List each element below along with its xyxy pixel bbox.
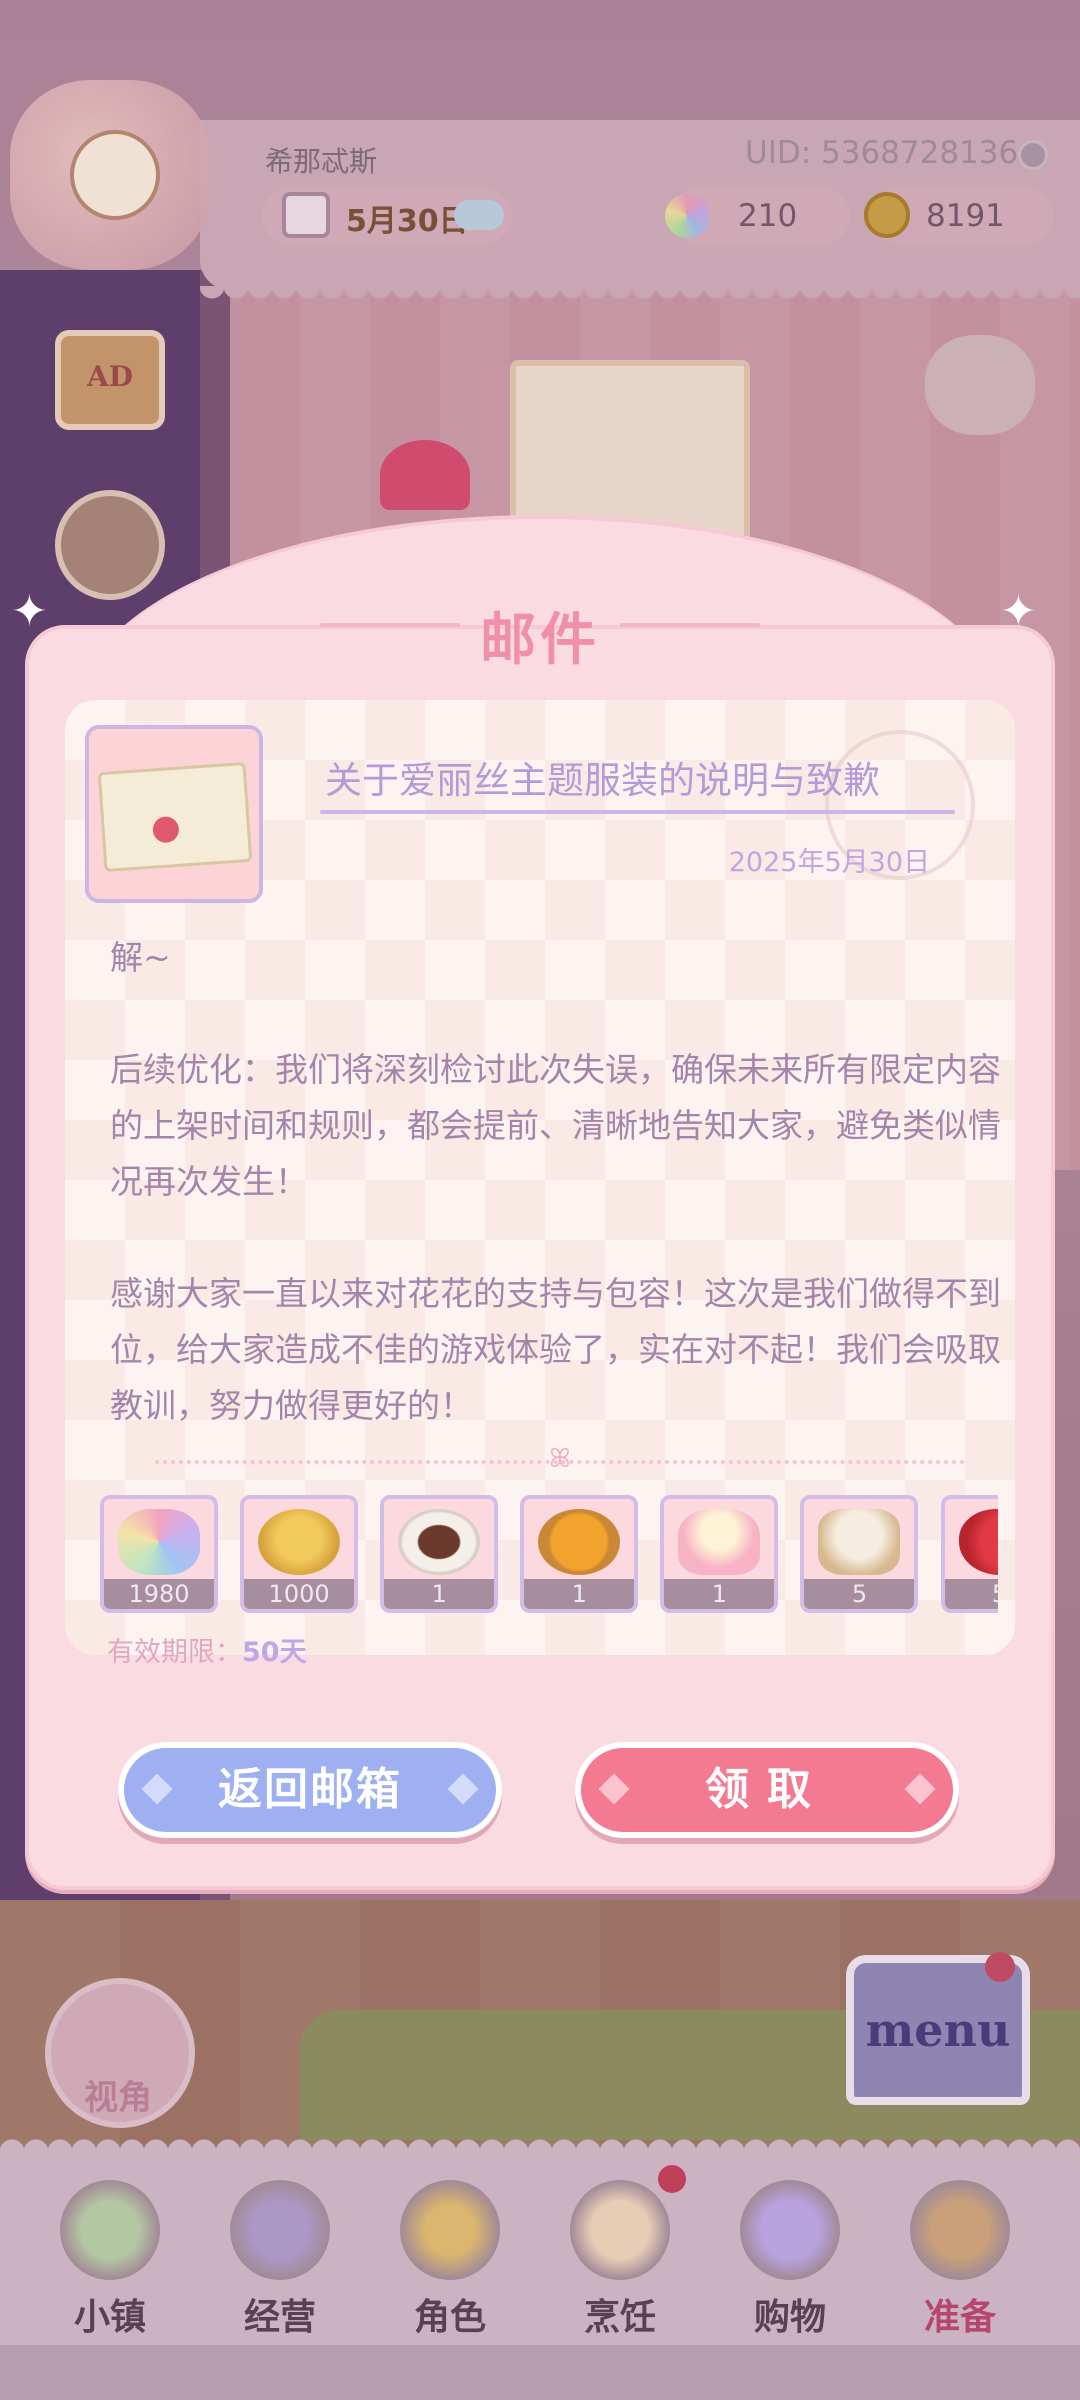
tab-business[interactable]: 经营 (205, 2170, 355, 2340)
reward-count: 5 (944, 1579, 998, 1609)
tab-label: 角色 (413, 2296, 486, 2338)
mail-modal: 邮件 ✦ ✦ 关于爱丽丝主题服装的说明与致歉 2025年5月30日 解~ 后续优… (11, 515, 1055, 1890)
avatar[interactable] (0, 70, 230, 290)
tab-label: 准备 (923, 2296, 996, 2338)
mail-subject: 关于爱丽丝主题服装的说明与致歉 (325, 759, 880, 802)
basket-icon (910, 2180, 1010, 2280)
pumpkin-pie-icon (538, 1509, 621, 1575)
tab-cooking[interactable]: 烹饪 (545, 2170, 695, 2340)
tab-label: 烹饪 (583, 2296, 656, 2338)
reward-count: 1 (524, 1579, 635, 1609)
reward-item[interactable]: 5 (940, 1495, 998, 1613)
reward-item[interactable]: 1 (520, 1495, 639, 1613)
claim-button-label: 领取 (705, 1764, 829, 1815)
sparkle-icon: ✦ (1000, 586, 1037, 637)
expiry-value: 50天 (242, 1637, 307, 1668)
tab-town[interactable]: 小镇 (35, 2170, 185, 2340)
ad-label: AD (86, 360, 133, 393)
cloud-icon (454, 200, 504, 230)
lamp (380, 440, 470, 510)
player-uid: UID: 5368728136 (745, 135, 1019, 171)
mail-paragraph: 感谢大家一直以来对花花的支持与包容！这次是我们做得不到位，给大家造成不佳的游戏体… (110, 1274, 1001, 1425)
tab-label: 经营 (243, 2296, 316, 2338)
diamond-icon (904, 1773, 936, 1805)
steak-dish-icon (398, 1509, 481, 1575)
mail-body: 解~ 后续优化：我们将深刻检讨此次失误，确保未来所有限定内容的上架时间和规则，都… (110, 930, 1015, 1434)
strawberry-icon (958, 1509, 998, 1575)
reward-count: 1 (664, 1579, 775, 1609)
back-to-mailbox-button[interactable]: 返回邮箱 (118, 1742, 502, 1838)
copy-icon[interactable] (1018, 140, 1048, 170)
expiry-text: 有效期限：50天 (107, 1630, 307, 1669)
bow-icon: ꕤ (549, 1444, 571, 1474)
reward-item[interactable]: 1 (660, 1495, 779, 1613)
reward-count: 1000 (244, 1579, 355, 1609)
sandwich-icon (570, 2180, 670, 2280)
bottom-strip (0, 2345, 1080, 2400)
diamond-icon (447, 1773, 479, 1805)
reward-item[interactable]: 5 (800, 1495, 919, 1613)
reward-item[interactable]: 1980 (100, 1495, 218, 1613)
mail-paragraph: 解~ (110, 938, 171, 977)
reward-items[interactable]: 1980 1000 1 1 1 5 5 (100, 1495, 998, 1621)
ad-tv-button[interactable]: AD (55, 330, 165, 430)
reward-count: 1980 (104, 1579, 214, 1609)
player-name: 希那忒斯 (265, 145, 378, 178)
parfait-icon (678, 1509, 761, 1575)
coin-count: 8191 (926, 198, 1005, 234)
envelope-icon (97, 761, 253, 873)
rainbow-gem-icon (118, 1509, 200, 1575)
gold-coins-icon (258, 1509, 341, 1575)
map-icon (60, 2180, 160, 2280)
notification-dot (658, 2165, 686, 2193)
top-hud: 希那忒斯 UID: 5368728136 5月30日 210 8191 (0, 0, 1080, 306)
reward-item[interactable]: 1000 (240, 1495, 359, 1613)
shopping-bag-icon (740, 2180, 840, 2280)
cat-chat-icon[interactable] (925, 335, 1035, 435)
diamond-icon (598, 1773, 630, 1805)
game-date: 5月30日 (346, 204, 469, 239)
reward-count: 5 (804, 1579, 915, 1609)
mail-date: 2025年5月30日 (728, 847, 930, 878)
menu-label: menu (865, 2003, 1011, 2057)
calendar-icon (282, 192, 330, 238)
expiry-label: 有效期限： (107, 1637, 242, 1668)
subject-underline (320, 810, 955, 814)
notification-dot (985, 1952, 1015, 1982)
flour-sack-icon (818, 1509, 901, 1575)
gold-coin-icon (864, 192, 910, 238)
view-label: 视角 (84, 2078, 152, 2118)
gem-count: 210 (738, 198, 798, 234)
sparkle-icon: ✦ (11, 586, 48, 637)
tab-shopping[interactable]: 购物 (715, 2170, 865, 2340)
reward-count: 1 (384, 1579, 495, 1609)
tab-label: 小镇 (73, 2296, 146, 2338)
reward-item[interactable]: 1 (380, 1495, 499, 1613)
rainbow-gem-icon (665, 194, 709, 238)
tab-label: 购物 (753, 2296, 826, 2338)
shop-bag-icon (230, 2180, 330, 2280)
avatar-face-icon (70, 130, 160, 220)
tab-character[interactable]: 角色 (375, 2170, 525, 2340)
back-button-label: 返回邮箱 (218, 1764, 402, 1815)
mail-paragraph: 后续优化：我们将深刻检讨此次失误，确保未来所有限定内容的上架时间和规则，都会提前… (110, 1050, 1001, 1201)
character-icon (400, 2180, 500, 2280)
diamond-icon (141, 1773, 173, 1805)
tab-prepare[interactable]: 准备 (885, 2170, 1035, 2340)
mail-thumbnail (85, 725, 263, 903)
modal-title: 邮件 (480, 607, 600, 673)
claim-button[interactable]: 领取 (575, 1742, 959, 1838)
